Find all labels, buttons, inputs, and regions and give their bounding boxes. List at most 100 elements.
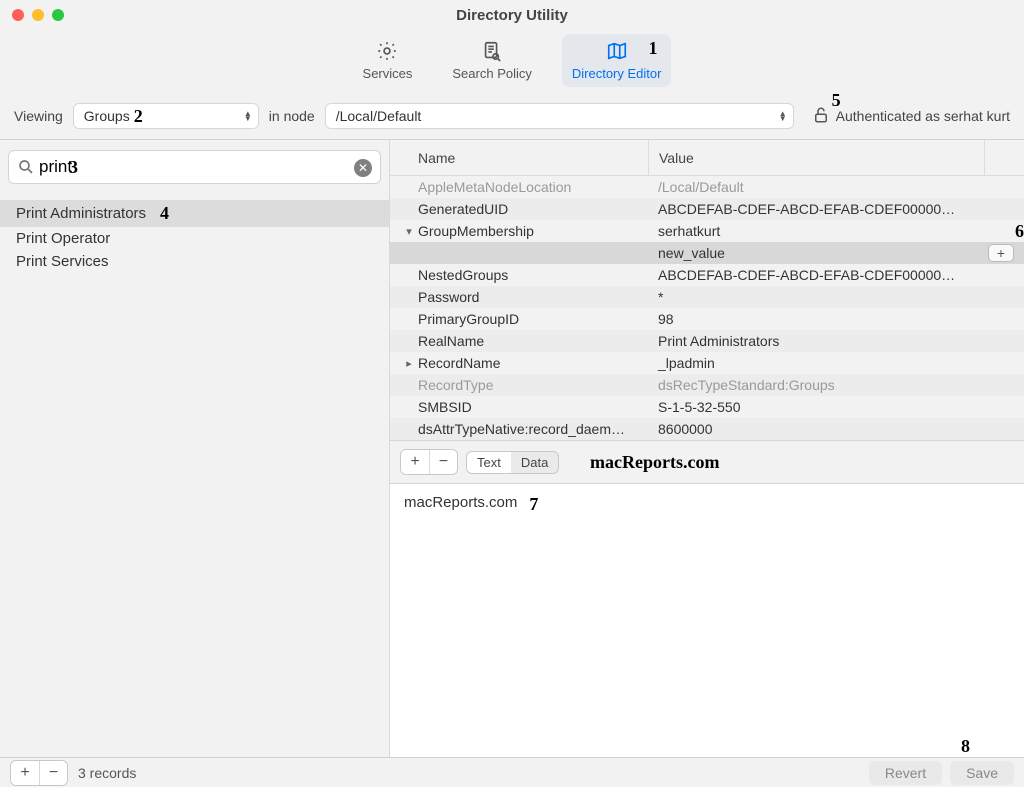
chevron-updown-icon: ▲▼	[779, 111, 787, 121]
result-item[interactable]: Print Operator	[0, 227, 389, 250]
save-button[interactable]: Save	[950, 761, 1014, 785]
table-row[interactable]: GeneratedUIDABCDEFAB-CDEF-ABCD-EFAB-CDEF…	[390, 198, 1024, 220]
seg-data[interactable]: Data	[511, 452, 558, 473]
row-value: new_value	[648, 245, 988, 261]
table-row[interactable]: NestedGroupsABCDEFAB-CDEF-ABCD-EFAB-CDEF…	[390, 264, 1024, 286]
mid-toolbar: + − Text Data macReports.com	[390, 440, 1024, 484]
row-name: AppleMetaNodeLocation	[418, 179, 648, 195]
table-row[interactable]: SMBSIDS-1-5-32-550	[390, 396, 1024, 418]
row-name: GeneratedUID	[418, 201, 648, 217]
filter-bar: Viewing Groups 2 ▲▼ in node /Local/Defau…	[0, 99, 1024, 140]
seg-text[interactable]: Text	[467, 452, 511, 473]
gear-icon	[376, 40, 398, 62]
brand-watermark: macReports.com	[590, 452, 719, 473]
add-value-button[interactable]: +	[988, 244, 1014, 262]
table-row[interactable]: AppleMetaNodeLocation/Local/Default	[390, 176, 1024, 198]
annotation-5: 5	[832, 90, 841, 111]
search-box: 3 ✕	[8, 150, 381, 184]
document-search-icon	[481, 40, 503, 62]
col-name[interactable]: Name	[418, 150, 648, 166]
in-node-label: in node	[269, 108, 315, 124]
detail-pane[interactable]: macReports.com 7	[390, 484, 1024, 757]
bottom-bar: + − 3 records 8 Revert Save	[0, 757, 1024, 787]
annotation-2: 2	[134, 106, 143, 127]
record-add-remove: + −	[10, 760, 68, 786]
table-row[interactable]: dsAttrTypeNative:record_daem…8600000	[390, 418, 1024, 440]
table-row[interactable]: PrimaryGroupID98	[390, 308, 1024, 330]
record-count: 3 records	[78, 765, 136, 781]
close-icon[interactable]	[12, 9, 24, 21]
titlebar: Directory Utility	[0, 0, 1024, 30]
row-name: PrimaryGroupID	[418, 311, 648, 327]
result-item[interactable]: Print Services	[0, 250, 389, 273]
node-value: /Local/Default	[336, 108, 422, 124]
remove-button[interactable]: −	[429, 450, 457, 474]
viewing-dropdown[interactable]: Groups 2 ▲▼	[73, 103, 259, 129]
left-column: 3 ✕ Print Administrators 4 Print Operato…	[0, 140, 390, 757]
map-icon	[606, 40, 628, 62]
viewing-label: Viewing	[14, 108, 63, 124]
col-value[interactable]: Value	[648, 140, 984, 175]
tab-services[interactable]: Services	[353, 34, 423, 87]
row-name: RecordType	[418, 377, 648, 393]
table-row[interactable]: RecordTypedsRecTypeStandard:Groups	[390, 374, 1024, 396]
row-value: 8600000	[648, 421, 1024, 437]
results-list: Print Administrators 4 Print Operator Pr…	[0, 194, 389, 757]
result-item[interactable]: Print Administrators 4	[0, 200, 389, 227]
row-name: NestedGroups	[418, 267, 648, 283]
detail-text: macReports.com	[404, 494, 517, 747]
row-value: 98	[648, 311, 1024, 327]
text-data-segment: Text Data	[466, 451, 559, 474]
remove-record-button[interactable]: −	[39, 761, 67, 785]
chevron-updown-icon: ▲▼	[244, 111, 252, 121]
row-value: *	[648, 289, 1024, 305]
row-name: dsAttrTypeNative:record_daem…	[418, 421, 648, 437]
row-value: S-1-5-32-550	[648, 399, 1024, 415]
add-button[interactable]: +	[401, 450, 429, 474]
fullscreen-icon[interactable]	[52, 9, 64, 21]
tab-bar: Services Search Policy Directory Editor …	[0, 30, 1024, 99]
row-name: GroupMembership	[418, 223, 648, 239]
tab-label: Services	[363, 66, 413, 81]
row-value: /Local/Default	[648, 179, 1024, 195]
row-name: RealName	[418, 333, 648, 349]
row-value: serhatkurt	[648, 223, 1003, 239]
traffic-lights	[12, 9, 64, 21]
minimize-icon[interactable]	[32, 9, 44, 21]
unlock-icon[interactable]	[812, 106, 830, 127]
row-value: Print Administrators	[648, 333, 1024, 349]
row-name: RecordName	[418, 355, 648, 371]
right-column: Name Value AppleMetaNodeLocation/Local/D…	[390, 140, 1024, 757]
annotation-3: 3	[69, 157, 78, 178]
annotation-1: 1	[648, 38, 657, 59]
col-extra	[984, 140, 1024, 175]
row-value: ABCDEFAB-CDEF-ABCD-EFAB-CDEF00000…	[648, 267, 1024, 283]
table-row[interactable]: Password*	[390, 286, 1024, 308]
annotation-8: 8	[961, 736, 970, 757]
node-dropdown[interactable]: /Local/Default ▲▼	[325, 103, 794, 129]
revert-button[interactable]: Revert	[869, 761, 942, 785]
chevron-icon[interactable]: ▾	[400, 225, 418, 238]
chevron-icon[interactable]: ▸	[400, 357, 418, 370]
annotation-6: 6	[1015, 221, 1024, 242]
tab-label: Search Policy	[452, 66, 531, 81]
table-row[interactable]: RealNamePrint Administrators	[390, 330, 1024, 352]
table-row[interactable]: ▸RecordName_lpadmin	[390, 352, 1024, 374]
row-value: dsRecTypeStandard:Groups	[648, 377, 1024, 393]
row-name: SMBSID	[418, 399, 648, 415]
content: 3 ✕ Print Administrators 4 Print Operato…	[0, 140, 1024, 757]
row-name: Password	[418, 289, 648, 305]
add-record-button[interactable]: +	[11, 761, 39, 785]
tab-directory-editor[interactable]: Directory Editor 1	[562, 34, 672, 87]
tab-search-policy[interactable]: Search Policy	[442, 34, 541, 87]
table-row[interactable]: ▾GroupMembershipserhatkurt 6	[390, 220, 1024, 242]
annotation-7: 7	[529, 494, 538, 747]
lock-wrap: 5 Authenticated as serhat kurt	[812, 106, 1010, 127]
table-row[interactable]: new_value+	[390, 242, 1024, 264]
table-rows: AppleMetaNodeLocation/Local/DefaultGener…	[390, 176, 1024, 440]
table-header: Name Value	[390, 140, 1024, 176]
viewing-value: Groups	[84, 108, 130, 124]
search-input[interactable]	[39, 157, 350, 177]
row-value: _lpadmin	[648, 355, 1024, 371]
clear-icon[interactable]: ✕	[354, 159, 372, 177]
